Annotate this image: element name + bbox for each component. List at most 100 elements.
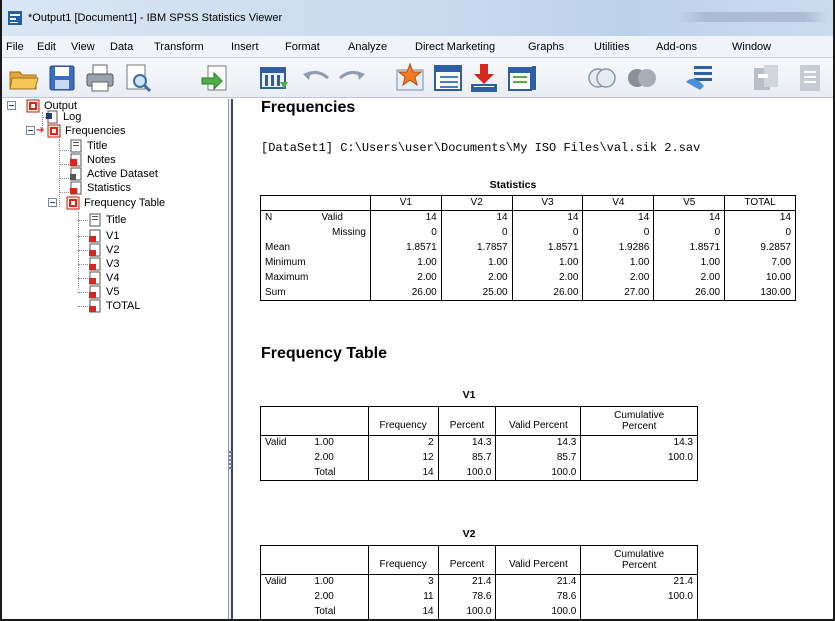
pane-splitter[interactable] — [229, 99, 233, 619]
cumulative-header-line: Cumulative — [614, 410, 665, 421]
save-icon[interactable] — [46, 62, 78, 94]
statistics-table[interactable]: V1 V2 V3 V4 V5 TOTAL N Valid 14 14 14 14… — [260, 195, 796, 301]
percent-cell: 100.0 — [438, 604, 497, 619]
select-cases-icon[interactable] — [506, 62, 538, 94]
percent-cell: 78.6 — [438, 589, 497, 605]
tree-connector — [59, 192, 69, 193]
go-to-data-icon[interactable] — [258, 62, 290, 94]
menu-utilities[interactable]: Utilities — [594, 41, 629, 53]
table-row: Frequency Percent Valid Percent Cumulati… — [260, 545, 698, 575]
column-header: V2 — [441, 195, 513, 211]
percent-cell: 14.3 — [438, 435, 497, 451]
valid-percent-cell: 14.3 — [495, 435, 582, 451]
variables-icon[interactable] — [468, 62, 500, 94]
v2-frequency-table[interactable]: Frequency Percent Valid Percent Cumulati… — [260, 545, 698, 619]
column-header: Frequency — [368, 406, 439, 436]
go-to-variable-icon[interactable] — [432, 62, 464, 94]
column-header: V1 — [370, 195, 442, 211]
table-icon — [89, 299, 101, 313]
tree-connector — [78, 236, 88, 237]
table-icon — [89, 257, 101, 271]
column-header: Cumulative Percent — [580, 545, 698, 575]
table-row: Total 14 100.0 100.0 — [260, 465, 698, 481]
menu-analyze[interactable]: Analyze — [348, 41, 387, 53]
collapse-output-toggle[interactable] — [7, 101, 16, 110]
table-row: Valid 1.00 2 14.3 14.3 14.3 — [260, 435, 698, 451]
column-header: Percent — [438, 406, 497, 436]
tree-label-title: Title — [87, 140, 108, 152]
menu-direct-marketing[interactable]: Direct Marketing — [415, 41, 495, 53]
print-icon[interactable] — [84, 62, 116, 94]
column-header: V3 — [512, 195, 584, 211]
stat-cell: 1.7857 — [441, 240, 513, 256]
cumulative-percent-cell: 100.0 — [580, 589, 698, 605]
show-all-variables-icon[interactable] — [586, 62, 618, 94]
menu-view[interactable]: View — [71, 41, 95, 53]
print-preview-icon[interactable] — [122, 62, 154, 94]
tree-connector — [59, 150, 69, 151]
output-content-pane[interactable]: Frequencies [DataSet1] C:\Users\user\Doc… — [235, 99, 833, 619]
row-value: Total — [310, 604, 369, 619]
percent-header-line: Percent — [621, 560, 657, 571]
menu-insert[interactable]: Insert — [231, 41, 259, 53]
use-variable-sets-icon[interactable] — [626, 62, 658, 94]
table-row: Mean 1.8571 1.7857 1.8571 1.9286 1.8571 … — [260, 240, 796, 256]
splitter-grip[interactable] — [229, 451, 232, 471]
row-label: Minimum — [260, 255, 318, 271]
statistics-table-icon — [70, 181, 82, 195]
menu-data[interactable]: Data — [110, 41, 133, 53]
menu-file[interactable]: File — [6, 41, 24, 53]
blurred-account-label — [677, 12, 827, 22]
log-icon — [46, 110, 58, 124]
insert-page-break-icon[interactable] — [794, 62, 826, 94]
stat-cell: 130.00 — [724, 285, 796, 301]
tree-label-v3: V3 — [106, 258, 120, 270]
menu-format[interactable]: Format — [285, 41, 320, 53]
go-to-case-icon[interactable] — [394, 62, 426, 94]
insert-output-icon[interactable] — [750, 62, 782, 94]
frequency-table-book-icon — [66, 196, 80, 210]
percent-header-line: Percent — [621, 421, 657, 432]
row-label: Mean — [260, 240, 318, 256]
cumulative-percent-cell: 21.4 — [580, 574, 698, 590]
stat-cell: 27.00 — [582, 285, 655, 301]
v1-frequency-table[interactable]: Frequency Percent Valid Percent Cumulati… — [260, 406, 698, 481]
open-icon[interactable] — [8, 62, 40, 94]
row-group-label — [260, 589, 311, 605]
menu-window[interactable]: Window — [732, 41, 771, 53]
table-row: Total 14 100.0 100.0 — [260, 604, 698, 619]
collapse-frequencies-toggle[interactable] — [26, 126, 35, 135]
frequency-table-heading: Frequency Table — [261, 345, 387, 362]
freq-cell: 12 — [368, 450, 439, 466]
active-dataset-icon — [70, 167, 82, 181]
table-row: N Valid 14 14 14 14 14 14 — [260, 210, 796, 226]
stat-cell: 0 — [724, 225, 796, 241]
percent-cell: 21.4 — [438, 574, 497, 590]
menu-bar: File Edit View Data Transform Insert For… — [2, 36, 833, 58]
undo-icon[interactable] — [300, 62, 332, 94]
stat-cell: 2.00 — [582, 270, 655, 286]
redo-icon[interactable] — [336, 62, 368, 94]
menu-edit[interactable]: Edit — [37, 41, 56, 53]
column-header: Valid Percent — [495, 406, 582, 436]
menu-graphs[interactable]: Graphs — [528, 41, 564, 53]
collapse-frequency-table-toggle[interactable] — [48, 198, 57, 207]
menu-transform[interactable]: Transform — [154, 41, 204, 53]
tree-label-v5: V5 — [106, 286, 120, 298]
designate-window-icon[interactable] — [684, 62, 716, 94]
stat-cell: 9.2857 — [724, 240, 796, 256]
menu-add-ons[interactable]: Add-ons — [656, 41, 697, 53]
stat-cell: 0 — [582, 225, 655, 241]
table-row: 2.00 11 78.6 78.6 100.0 — [260, 589, 698, 605]
tree-label-log: Log — [63, 111, 82, 123]
stat-cell: 26.00 — [512, 285, 584, 301]
tree-label-active-dataset: Active Dataset — [87, 168, 158, 180]
row-value: Total — [310, 465, 369, 481]
frequencies-heading: Frequencies — [261, 99, 356, 116]
row-value: 1.00 — [310, 574, 369, 590]
title-bar[interactable]: *Output1 [Document1] - IBM SPSS Statisti… — [2, 0, 833, 36]
tree-label-total: TOTAL — [106, 300, 141, 312]
outline-pane[interactable]: Output Log ➔ Frequencies Title Notes Act… — [2, 99, 229, 619]
export-icon[interactable] — [200, 62, 232, 94]
row-value: 1.00 — [310, 435, 369, 451]
